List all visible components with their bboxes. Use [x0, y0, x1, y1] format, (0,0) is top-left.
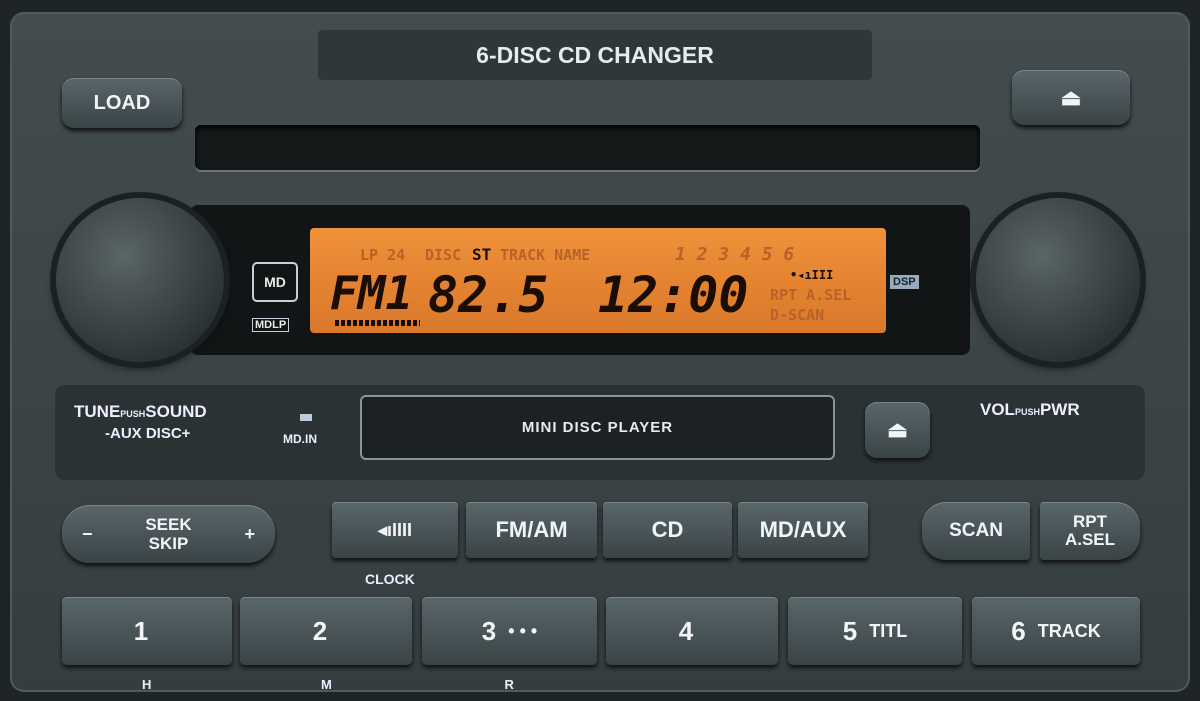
preset-sub-label: TRACK: [1037, 620, 1101, 641]
preset-number: 2: [312, 615, 328, 646]
band-readout: FM1: [330, 266, 414, 320]
rpt-button[interactable]: RPT A.SEL: [1040, 502, 1140, 560]
cd-button[interactable]: CD: [603, 502, 732, 558]
md-eject-button[interactable]: ⏏: [865, 402, 930, 458]
mdlp-logo: MDLP: [252, 318, 290, 332]
frequency-readout: 82.5: [428, 266, 549, 324]
volume-knob[interactable]: [976, 198, 1140, 362]
preset-under-label: H: [142, 677, 152, 692]
dscan-indicator: D-SCAN: [770, 306, 825, 324]
lcd-display: LP 24 DISC ST TRACK NAME 1 2 3 4 5 6 FM1…: [310, 228, 886, 333]
stereo-indicator: ST: [472, 245, 492, 264]
preset-button-1[interactable]: 1: [62, 597, 232, 665]
md-slot[interactable]: MINI DISC PLAYER: [360, 395, 835, 460]
preset-number: 6: [1011, 615, 1026, 646]
preset-number: 4: [678, 615, 694, 646]
preset-sub-label: TITL: [869, 620, 908, 641]
eject-button[interactable]: ⏏: [1012, 70, 1130, 125]
fm-am-button[interactable]: FM/AM: [466, 502, 597, 558]
preset-number: 5: [842, 615, 858, 646]
lp-indicator: LP 24: [360, 246, 406, 264]
md-in-led: [300, 414, 312, 421]
track-name-indicator: TRACK NAME: [500, 246, 591, 264]
dsp-logo: DSP: [890, 275, 919, 289]
level-meter: [335, 320, 420, 326]
md-aux-button[interactable]: MD/AUX: [738, 502, 868, 558]
vol-label: VOLPUSHPWR: [980, 400, 1080, 419]
rpt-indicator: RPT A.SEL: [770, 286, 852, 304]
header-label: 6-DISC CD CHANGER: [318, 30, 872, 80]
preset-button-3[interactable]: 3 • • •: [422, 597, 597, 665]
seek-plus[interactable]: +: [244, 524, 255, 545]
preset-under-label: M: [321, 677, 332, 692]
eject-icon: ⏏: [1060, 84, 1082, 110]
preset-button-4[interactable]: 4: [606, 597, 778, 665]
preset-sub-label: • • •: [508, 620, 538, 641]
preset-button-6[interactable]: 6 TRACK: [972, 597, 1140, 665]
cd-slot: [195, 125, 980, 170]
eject-icon: ⏏: [887, 417, 908, 442]
preset-under-label: R: [504, 677, 514, 692]
seek-skip-button[interactable]: − SEEK SKIP +: [62, 505, 275, 563]
preset-button-2[interactable]: 2: [240, 597, 412, 665]
md-logo: MD: [252, 262, 298, 302]
aux-disc-label: -AUX DISC+: [105, 425, 191, 442]
sound-button[interactable]: ◂ıIIII: [332, 502, 458, 558]
preset-number: 1: [133, 615, 149, 646]
tune-label: TUNEPUSHSOUND: [74, 402, 207, 421]
clock-label: CLOCK: [365, 571, 415, 587]
seek-label: SEEK SKIP: [145, 515, 192, 553]
load-button[interactable]: LOAD: [62, 78, 182, 128]
scan-button[interactable]: SCAN: [922, 502, 1030, 560]
preset-button-5[interactable]: 5 TITL: [788, 597, 962, 665]
disc-indicator: DISC: [425, 246, 462, 264]
preset-number: 3: [481, 615, 497, 646]
seek-minus[interactable]: −: [82, 524, 93, 545]
tune-knob[interactable]: [56, 198, 224, 362]
clock-readout: 12:00: [598, 266, 749, 324]
signal-indicator: •◂ıIII: [790, 268, 834, 282]
disc-numbers: 1 2 3 4 5 6: [675, 244, 795, 265]
md-in-label: MD.IN: [283, 432, 317, 446]
